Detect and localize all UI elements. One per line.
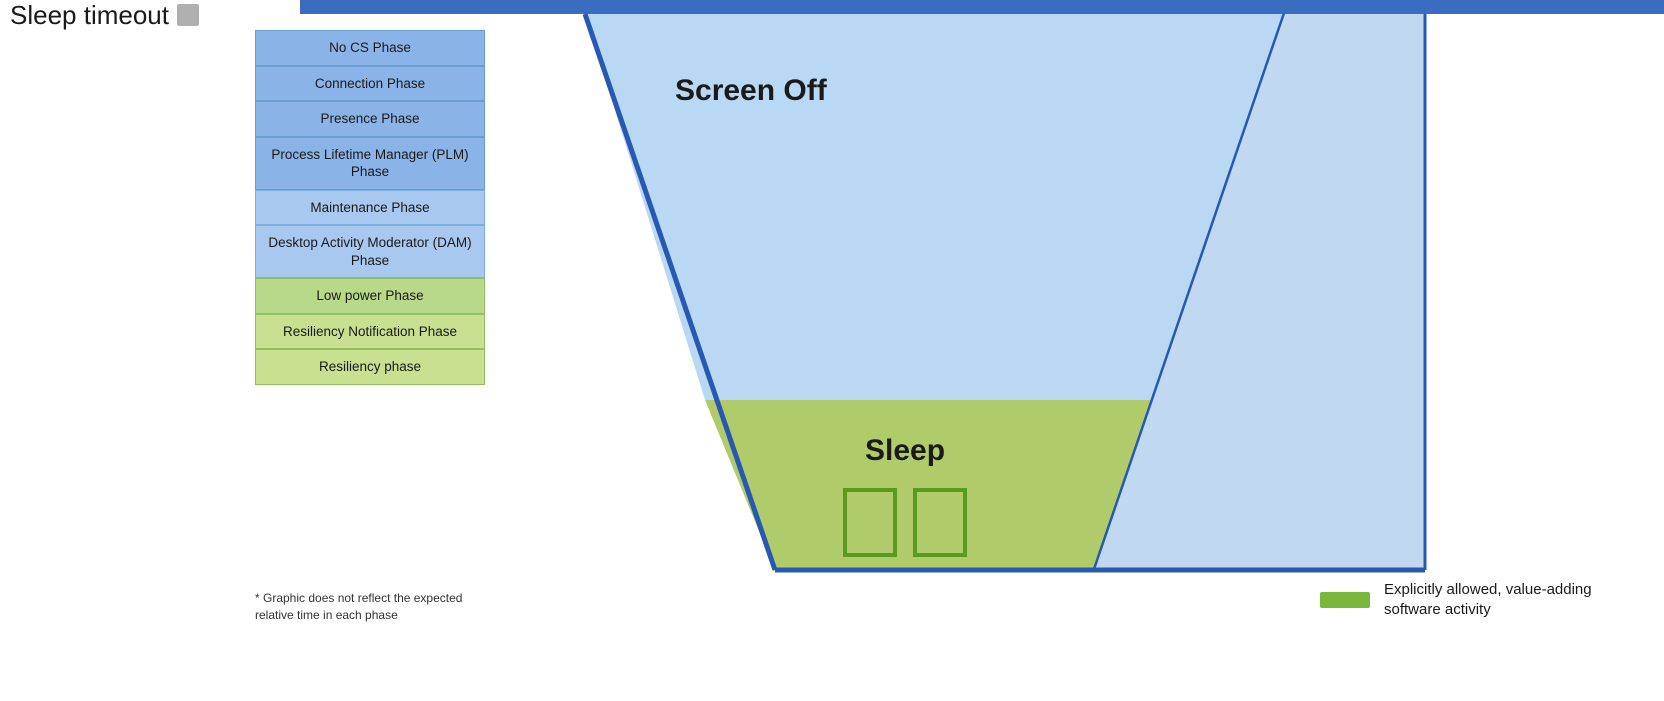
phase-list: No CS PhaseConnection PhasePresence Phas… [255, 30, 485, 385]
diagram-area: Screen Off Sleep [555, 0, 1455, 660]
phase-item-dam: Desktop Activity Moderator (DAM) Phase [255, 225, 485, 278]
phase-item-plm: Process Lifetime Manager (PLM) Phase [255, 137, 485, 190]
legend-swatch [1320, 592, 1370, 608]
legend-area: Explicitly allowed, value-adding softwar… [1320, 580, 1604, 619]
sleep-text: Sleep [865, 434, 945, 467]
phase-item-presence: Presence Phase [255, 101, 485, 137]
phase-item-connection: Connection Phase [255, 66, 485, 102]
sleep-timeout-label: Sleep timeout [0, 0, 169, 31]
funnel-diagram: Screen Off Sleep [555, 0, 1455, 660]
phase-item-maintenance: Maintenance Phase [255, 190, 485, 226]
legend-text: Explicitly allowed, value-adding softwar… [1384, 580, 1604, 619]
screen-off-text: Screen Off [675, 74, 828, 107]
sleep-timeout-icon [177, 4, 199, 26]
phase-item-low-power: Low power Phase [255, 278, 485, 314]
phase-item-resiliency-notification: Resiliency Notification Phase [255, 314, 485, 350]
phase-item-no-cs: No CS Phase [255, 30, 485, 66]
phase-item-resiliency: Resiliency phase [255, 349, 485, 385]
footnote: * Graphic does not reflect the expected … [255, 590, 485, 624]
sleep-fill [705, 400, 1165, 570]
